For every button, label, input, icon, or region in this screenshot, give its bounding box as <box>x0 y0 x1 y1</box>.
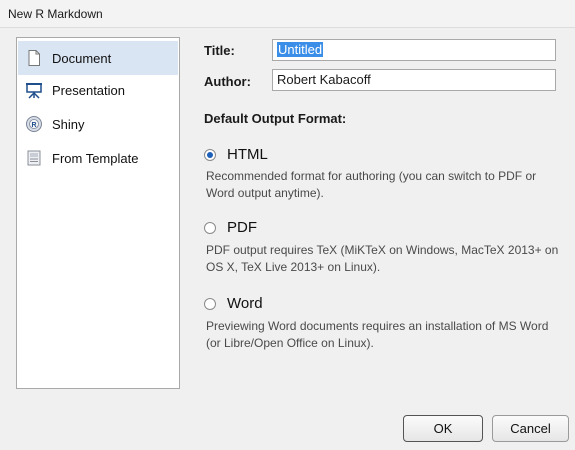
presentation-icon <box>25 81 43 99</box>
sidebar-item-label: Presentation <box>52 82 125 98</box>
html-description: Recommended format for authoring (you ca… <box>206 169 537 200</box>
author-label: Author: <box>204 74 251 89</box>
title-input-value: Untitled <box>277 42 324 57</box>
sidebar-item-label: Shiny <box>52 116 85 132</box>
author-input-value: Robert Kabacoff <box>277 72 371 87</box>
radio-button[interactable] <box>204 221 216 234</box>
word-description: Previewing Word documents requires an in… <box>206 319 549 350</box>
ok-button[interactable]: OK <box>403 415 483 442</box>
template-icon <box>25 149 43 167</box>
radio-html[interactable]: HTML <box>204 146 268 163</box>
document-icon <box>25 49 43 67</box>
shiny-icon: R <box>25 115 43 133</box>
radio-button[interactable] <box>204 297 216 310</box>
sidebar-item-label: Document <box>52 50 112 66</box>
format-sidebar: Document Presentation R Shiny From Templ… <box>16 37 180 389</box>
sidebar-item-shiny[interactable]: R Shiny <box>18 107 178 141</box>
radio-word-label: Word <box>227 295 263 312</box>
radio-pdf[interactable]: PDF <box>204 219 257 236</box>
title-input[interactable]: Untitled <box>272 39 556 61</box>
svg-text:R: R <box>31 122 36 129</box>
radio-button-checked[interactable] <box>204 148 216 161</box>
radio-html-label: HTML <box>227 146 268 163</box>
radio-pdf-label: PDF <box>227 219 257 236</box>
sidebar-item-document[interactable]: Document <box>18 41 178 75</box>
title-label: Title: <box>204 43 235 58</box>
pdf-description: PDF output requires TeX (MiKTeX on Windo… <box>206 243 559 274</box>
sidebar-item-label: From Template <box>52 150 139 166</box>
window-titlebar: New R Markdown <box>0 0 575 28</box>
cancel-button[interactable]: Cancel <box>492 415 569 442</box>
radio-word[interactable]: Word <box>204 295 263 312</box>
window-title: New R Markdown <box>8 7 103 21</box>
default-output-format-heading: Default Output Format: <box>204 111 347 126</box>
sidebar-item-presentation[interactable]: Presentation <box>18 73 178 107</box>
author-input[interactable]: Robert Kabacoff <box>272 69 556 91</box>
sidebar-item-from-template[interactable]: From Template <box>18 141 178 175</box>
